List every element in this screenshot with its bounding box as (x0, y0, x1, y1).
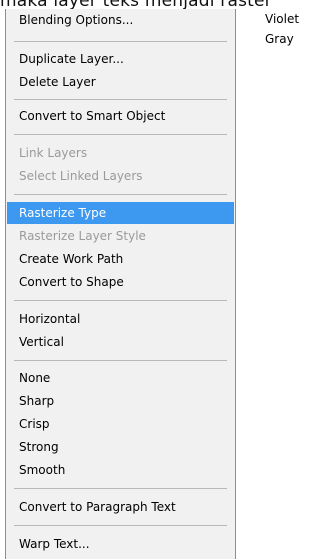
menu-item-antialias-crisp[interactable]: Crisp (7, 413, 234, 435)
menu-separator (14, 525, 227, 526)
menu-item-convert-to-shape[interactable]: Convert to Shape (7, 271, 234, 293)
menu-item-antialias-smooth[interactable]: Smooth (7, 459, 234, 481)
menu-item-antialias-none[interactable]: None (7, 367, 234, 389)
menu-separator (14, 134, 227, 135)
menu-item-antialias-strong[interactable]: Strong (7, 436, 234, 458)
menu-item-vertical[interactable]: Vertical (7, 331, 234, 353)
menu-item-horizontal[interactable]: Horizontal (7, 308, 234, 330)
color-label-gray[interactable]: Gray (265, 29, 299, 49)
menu-item-delete-layer[interactable]: Delete Layer (7, 71, 234, 93)
menu-item-link-layers: Link Layers (19, 146, 88, 160)
menu-item-create-work-path[interactable]: Create Work Path (7, 248, 234, 270)
menu-item-duplicate-layer[interactable]: Duplicate Layer... (7, 48, 234, 70)
menu-separator (14, 41, 227, 42)
menu-separator (14, 300, 227, 301)
layer-context-menu: Blending Options... Duplicate Layer... D… (5, 9, 236, 559)
menu-item-select-linked-layers: Select Linked Layers (19, 169, 143, 183)
menu-item-blending-options[interactable]: Blending Options... (7, 9, 234, 31)
menu-item-convert-to-smart-object[interactable]: Convert to Smart Object (7, 105, 234, 127)
menu-separator (14, 99, 227, 100)
menu-item-rasterize-layer-style: Rasterize Layer Style (19, 229, 146, 243)
menu-item-convert-to-paragraph-text[interactable]: Convert to Paragraph Text (7, 496, 234, 518)
color-label-violet[interactable]: Violet (265, 9, 299, 29)
menu-item-rasterize-type[interactable]: Rasterize Type (7, 202, 234, 224)
menu-separator (14, 194, 227, 195)
menu-item-warp-text[interactable]: Warp Text... (7, 533, 234, 555)
menu-separator (14, 488, 227, 489)
menu-item-antialias-sharp[interactable]: Sharp (7, 390, 234, 412)
color-label-list: Violet Gray (265, 9, 299, 49)
menu-separator (14, 360, 227, 361)
